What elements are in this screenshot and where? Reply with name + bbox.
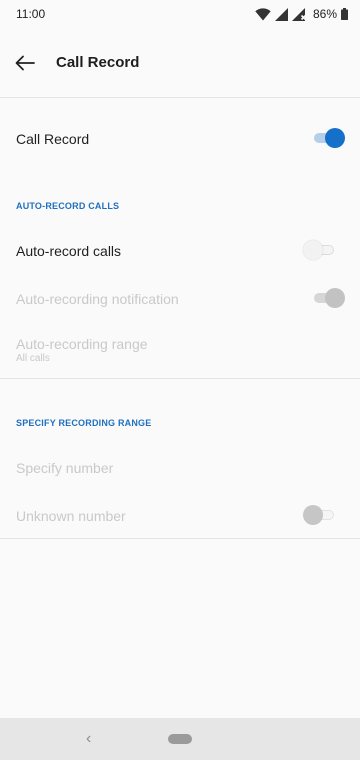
auto-recording-notification-label: Auto-recording notification [16, 291, 179, 307]
unknown-number-label: Unknown number [16, 508, 126, 524]
unknown-number-row: Unknown number [0, 491, 360, 539]
auto-recording-notification-row: Auto-recording notification [0, 274, 360, 322]
unknown-number-switch [303, 505, 336, 525]
battery-icon [341, 8, 348, 20]
section-divider [0, 378, 360, 379]
navigation-bar: ‹ [0, 718, 360, 760]
header-divider [0, 97, 360, 98]
auto-record-calls-switch[interactable] [303, 240, 336, 260]
nav-back-icon[interactable]: ‹ [86, 730, 91, 748]
arrow-left-icon [15, 55, 35, 71]
page-title: Call Record [56, 54, 140, 71]
call-record-switch[interactable] [312, 128, 345, 148]
back-button[interactable] [12, 50, 38, 76]
cell-signal-icon [274, 7, 288, 21]
status-icons: 86% [255, 6, 348, 22]
auto-record-calls-label: Auto-record calls [16, 243, 122, 259]
specify-number-row: Specify number [0, 443, 360, 491]
auto-recording-range-row: Auto-recording range All calls [0, 328, 360, 376]
specify-section-header: SPECIFY RECORDING RANGE [16, 418, 152, 428]
auto-recording-range-label: Auto-recording range [16, 336, 148, 352]
status-bar: 11:00 86% [0, 0, 360, 28]
auto-recording-range-value: All calls [16, 353, 50, 364]
specify-number-label: Specify number [16, 460, 114, 476]
auto-recording-notification-switch [312, 288, 345, 308]
status-time: 11:00 [16, 7, 46, 21]
cell-signal-x-icon [291, 7, 307, 21]
auto-record-section-header: AUTO-RECORD CALLS [16, 201, 120, 211]
bottom-divider [0, 538, 360, 539]
battery-percent: 86% [312, 7, 337, 21]
wifi-icon [255, 7, 271, 20]
call-record-label: Call Record [16, 131, 90, 147]
auto-record-calls-row[interactable]: Auto-record calls [0, 226, 360, 274]
nav-home-pill[interactable] [168, 734, 192, 744]
call-record-row[interactable]: Call Record [0, 114, 360, 162]
app-bar: Call Record [0, 38, 360, 88]
